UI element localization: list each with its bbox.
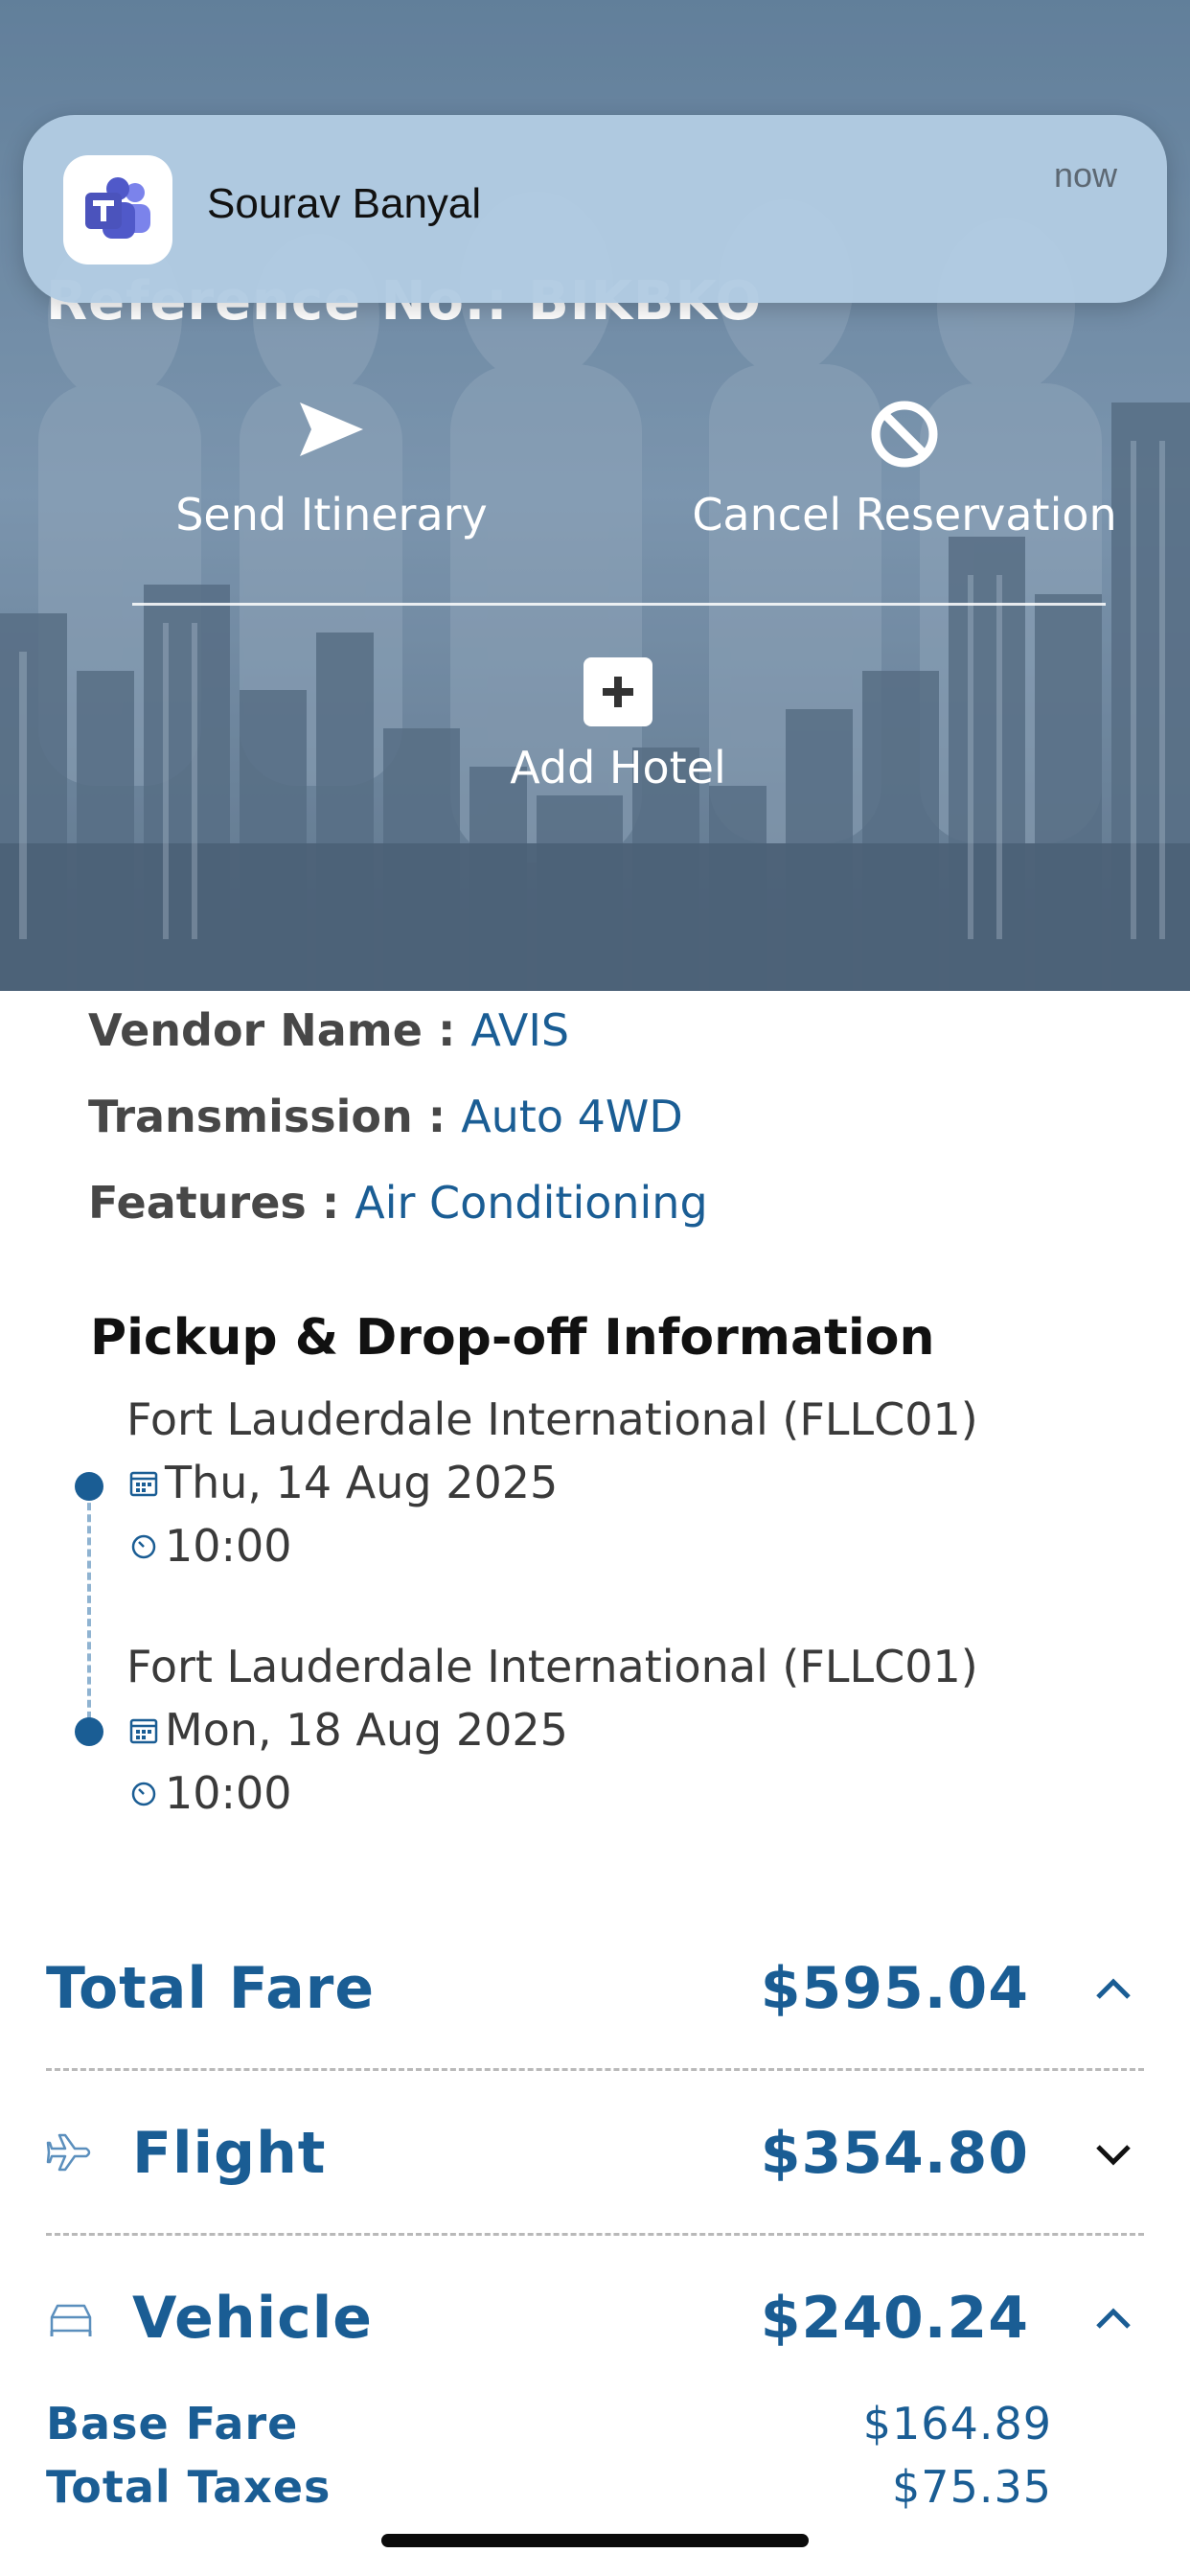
calendar-icon bbox=[126, 1465, 161, 1500]
base-fare-amount: $164.89 bbox=[862, 2398, 1052, 2450]
notification-time: now bbox=[1053, 155, 1117, 195]
hero-divider bbox=[132, 603, 1106, 606]
features-key: Features : bbox=[88, 1177, 355, 1229]
plus-square-icon bbox=[584, 657, 652, 726]
dropoff-time-row: 10:00 bbox=[126, 1767, 292, 1819]
clock-icon bbox=[126, 1776, 161, 1810]
microsoft-teams-icon bbox=[63, 155, 172, 264]
transmission-value: Auto 4WD bbox=[461, 1091, 683, 1142]
pickup-date-row: Thu, 14 Aug 2025 bbox=[126, 1457, 558, 1508]
vehicle-fare-amount: $240.24 bbox=[760, 2285, 1029, 2352]
total-fare-row[interactable]: Total Fare $595.04 bbox=[46, 1942, 1144, 2037]
flight-fare-label: Flight bbox=[132, 2120, 327, 2187]
timeline-dot-dropoff bbox=[75, 1717, 103, 1746]
car-icon bbox=[46, 2292, 96, 2342]
chevron-up-icon[interactable] bbox=[1092, 1968, 1134, 2011]
flight-fare-row[interactable]: Flight $354.80 bbox=[46, 2106, 1144, 2202]
send-itinerary-button[interactable]: Send Itinerary bbox=[153, 399, 510, 540]
airplane-icon bbox=[46, 2128, 96, 2177]
send-icon bbox=[153, 399, 510, 470]
dropoff-location: Fort Lauderdale International (FLLC01) bbox=[126, 1641, 978, 1692]
chevron-up-icon[interactable] bbox=[1092, 2298, 1134, 2340]
clock-icon bbox=[126, 1529, 161, 1563]
transmission-row: Transmission : Auto 4WD bbox=[88, 1091, 683, 1142]
fare-divider bbox=[46, 2233, 1144, 2236]
vendor-name-value: AVIS bbox=[470, 1004, 570, 1056]
features-row: Features : Air Conditioning bbox=[88, 1177, 708, 1229]
home-indicator[interactable] bbox=[381, 2534, 809, 2547]
pickup-time-row: 10:00 bbox=[126, 1520, 292, 1572]
pickup-dropoff-heading: Pickup & Drop-off Information bbox=[90, 1309, 935, 1367]
add-hotel-label: Add Hotel bbox=[510, 742, 726, 794]
vendor-name-row: Vendor Name : AVIS bbox=[88, 1004, 569, 1056]
total-fare-amount: $595.04 bbox=[760, 1955, 1029, 2022]
timeline-dot-pickup bbox=[75, 1472, 103, 1501]
vehicle-fare-row[interactable]: Vehicle $240.24 bbox=[46, 2271, 1144, 2367]
pickup-time: 10:00 bbox=[165, 1520, 292, 1572]
vendor-name-key: Vendor Name : bbox=[88, 1004, 471, 1056]
cancel-reservation-button[interactable]: Cancel Reservation bbox=[671, 399, 1138, 540]
total-taxes-label: Total Taxes bbox=[46, 2461, 332, 2513]
prohibit-icon bbox=[671, 399, 1138, 470]
vehicle-fare-label: Vehicle bbox=[132, 2285, 373, 2352]
push-notification[interactable]: Sourav Banyal now bbox=[23, 115, 1167, 303]
total-taxes-amount: $75.35 bbox=[892, 2461, 1052, 2513]
cancel-reservation-label: Cancel Reservation bbox=[692, 489, 1117, 540]
transmission-key: Transmission : bbox=[88, 1091, 462, 1142]
fare-divider bbox=[46, 2068, 1144, 2071]
dropoff-date: Mon, 18 Aug 2025 bbox=[165, 1704, 568, 1756]
notification-title: Sourav Banyal bbox=[207, 180, 482, 227]
base-fare-label: Base Fare bbox=[46, 2398, 299, 2450]
base-fare-row: Base Fare $164.89 bbox=[46, 2398, 1052, 2455]
chevron-down-icon[interactable] bbox=[1092, 2133, 1134, 2175]
send-itinerary-label: Send Itinerary bbox=[175, 489, 488, 540]
flight-fare-amount: $354.80 bbox=[760, 2120, 1029, 2187]
total-fare-label: Total Fare bbox=[46, 1955, 376, 2022]
add-hotel-button[interactable]: Add Hotel bbox=[460, 657, 776, 794]
pickup-location: Fort Lauderdale International (FLLC01) bbox=[126, 1393, 978, 1445]
calendar-icon bbox=[126, 1713, 161, 1747]
pickup-date: Thu, 14 Aug 2025 bbox=[165, 1457, 559, 1508]
timeline-connector bbox=[87, 1491, 91, 1731]
dropoff-time: 10:00 bbox=[165, 1767, 292, 1819]
dropoff-date-row: Mon, 18 Aug 2025 bbox=[126, 1704, 568, 1756]
total-taxes-row: Total Taxes $75.35 bbox=[46, 2461, 1052, 2518]
features-value: Air Conditioning bbox=[355, 1177, 708, 1229]
